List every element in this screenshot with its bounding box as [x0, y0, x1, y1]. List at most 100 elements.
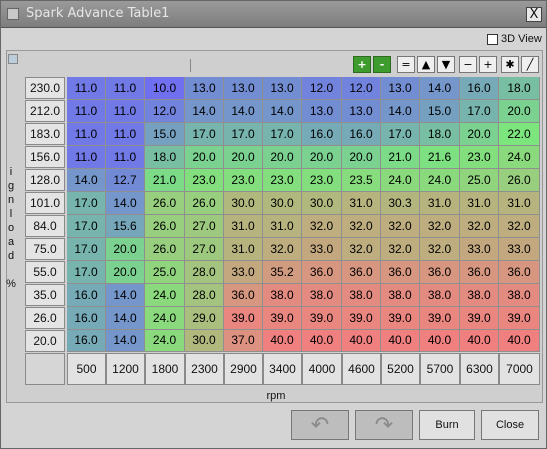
table-cell[interactable]: 11.0 [106, 146, 145, 169]
table-cell[interactable]: 14.0 [381, 100, 420, 123]
table-cell[interactable]: 16.0 [67, 307, 106, 330]
table-cell[interactable]: 17.0 [67, 238, 106, 261]
table-cell[interactable]: 14.0 [263, 100, 302, 123]
decrement-icon[interactable]: - [373, 56, 391, 73]
table-cell[interactable]: 12.0 [302, 77, 342, 100]
table-cell[interactable]: 20.0 [460, 123, 499, 146]
table-cell[interactable]: 30.0 [185, 330, 224, 352]
table-cell[interactable]: 16.0 [67, 330, 106, 352]
table-cell[interactable]: 39.0 [381, 307, 420, 330]
table-cell[interactable]: 39.0 [342, 307, 381, 330]
table-cell[interactable]: 38.0 [499, 284, 540, 307]
y-axis-value[interactable]: 128.0 [25, 169, 65, 191]
plus-button[interactable]: + [479, 56, 497, 73]
table-cell[interactable]: 21.6 [420, 146, 460, 169]
x-axis-value[interactable]: 2900 [224, 353, 263, 385]
table-cell[interactable]: 23.0 [224, 169, 263, 192]
table-cell[interactable]: 27.0 [185, 215, 224, 238]
y-axis-value[interactable]: 101.0 [25, 192, 65, 214]
table-cell[interactable]: 32.0 [302, 215, 342, 238]
table-cell[interactable]: 17.0 [185, 123, 224, 146]
view3d-checkbox[interactable] [487, 33, 498, 45]
table-cell[interactable]: 32.0 [342, 238, 381, 261]
table-cell[interactable]: 14.0 [106, 307, 145, 330]
y-axis-value[interactable]: 156.0 [25, 146, 65, 168]
table-cell[interactable]: 24.0 [420, 169, 460, 192]
table-cell[interactable]: 32.0 [263, 238, 302, 261]
table-cell[interactable]: 40.0 [302, 330, 342, 352]
table-cell[interactable]: 36.0 [302, 261, 342, 284]
table-cell[interactable]: 17.0 [263, 123, 302, 146]
table-cell[interactable]: 14.0 [106, 330, 145, 352]
table-cell[interactable]: 17.0 [460, 100, 499, 123]
table-cell[interactable]: 23.5 [342, 169, 381, 192]
table-cell[interactable]: 39.0 [460, 307, 499, 330]
table-cell[interactable]: 13.0 [342, 100, 381, 123]
table-cell[interactable]: 24.0 [499, 146, 540, 169]
table-cell[interactable]: 20.0 [342, 146, 381, 169]
table-cell[interactable]: 17.0 [381, 123, 420, 146]
increment-icon[interactable]: + [353, 56, 371, 73]
table-cell[interactable]: 31.0 [499, 192, 540, 215]
y-axis-value[interactable]: 183.0 [25, 123, 65, 145]
table-cell[interactable]: 38.0 [342, 284, 381, 307]
table-cell[interactable]: 36.0 [499, 261, 540, 284]
table-cell[interactable]: 17.0 [67, 215, 106, 238]
table-cell[interactable]: 12.7 [106, 169, 145, 192]
equals-button[interactable]: = [397, 56, 415, 73]
table-cell[interactable]: 36.0 [224, 284, 263, 307]
table-cell[interactable]: 18.0 [499, 77, 540, 100]
table-cell[interactable]: 30.0 [263, 192, 302, 215]
table-cell[interactable]: 40.0 [420, 330, 460, 352]
table-cell[interactable]: 22.0 [499, 123, 540, 146]
table-cell[interactable]: 26.0 [145, 238, 185, 261]
table-cell[interactable]: 20.0 [106, 238, 145, 261]
y-axis-value[interactable]: 35.0 [25, 284, 65, 306]
close-button[interactable]: Close [481, 410, 539, 440]
table-cell[interactable]: 33.0 [224, 261, 263, 284]
x-axis-value[interactable]: 5700 [420, 353, 460, 385]
y-axis-value[interactable]: 55.0 [25, 261, 65, 283]
table-cell[interactable]: 23.0 [302, 169, 342, 192]
y-axis-value[interactable]: 26.0 [25, 307, 65, 329]
undo-button[interactable]: ↶ [291, 410, 349, 440]
table-cell[interactable]: 11.0 [67, 100, 106, 123]
table-cell[interactable]: 12.0 [342, 77, 381, 100]
table-cell[interactable]: 16.0 [460, 77, 499, 100]
table-cell[interactable]: 16.0 [67, 284, 106, 307]
table-cell[interactable]: 11.0 [67, 146, 106, 169]
table-cell[interactable]: 28.0 [185, 261, 224, 284]
table-cell[interactable]: 39.0 [302, 307, 342, 330]
table-cell[interactable]: 30.3 [381, 192, 420, 215]
table-cell[interactable]: 32.0 [499, 215, 540, 238]
table-cell[interactable]: 24.0 [145, 330, 185, 352]
table-cell[interactable]: 28.0 [185, 284, 224, 307]
y-axis-value[interactable]: 84.0 [25, 215, 65, 237]
table-cell[interactable]: 23.0 [263, 169, 302, 192]
table-cell[interactable]: 40.0 [263, 330, 302, 352]
table-cell[interactable]: 15.0 [145, 123, 185, 146]
table-cell[interactable]: 33.0 [499, 238, 540, 261]
x-axis-value[interactable]: 1200 [106, 353, 145, 385]
table-cell[interactable]: 26.0 [145, 192, 185, 215]
table-cell[interactable]: 13.0 [224, 77, 263, 100]
table-cell[interactable]: 33.0 [302, 238, 342, 261]
multiply-button[interactable]: ✱ [501, 56, 519, 73]
table-cell[interactable]: 11.0 [67, 77, 106, 100]
table-cell[interactable]: 20.0 [106, 261, 145, 284]
table-cell[interactable]: 23.0 [460, 146, 499, 169]
x-axis-value[interactable]: 1800 [145, 353, 185, 385]
window-close-button[interactable]: X [526, 7, 542, 22]
table-cell[interactable]: 26.0 [145, 215, 185, 238]
table-cell[interactable]: 36.0 [342, 261, 381, 284]
y-axis-value[interactable]: 20.0 [25, 330, 65, 352]
table-cell[interactable]: 33.0 [460, 238, 499, 261]
table-cell[interactable]: 38.0 [302, 284, 342, 307]
redo-button[interactable]: ↷ [355, 410, 413, 440]
table-cell[interactable]: 21.0 [381, 146, 420, 169]
table-cell[interactable]: 30.0 [302, 192, 342, 215]
x-axis-value[interactable]: 2300 [185, 353, 224, 385]
table-cell[interactable]: 15.0 [420, 100, 460, 123]
table-cell[interactable]: 14.0 [185, 100, 224, 123]
table-cell[interactable]: 40.0 [381, 330, 420, 352]
